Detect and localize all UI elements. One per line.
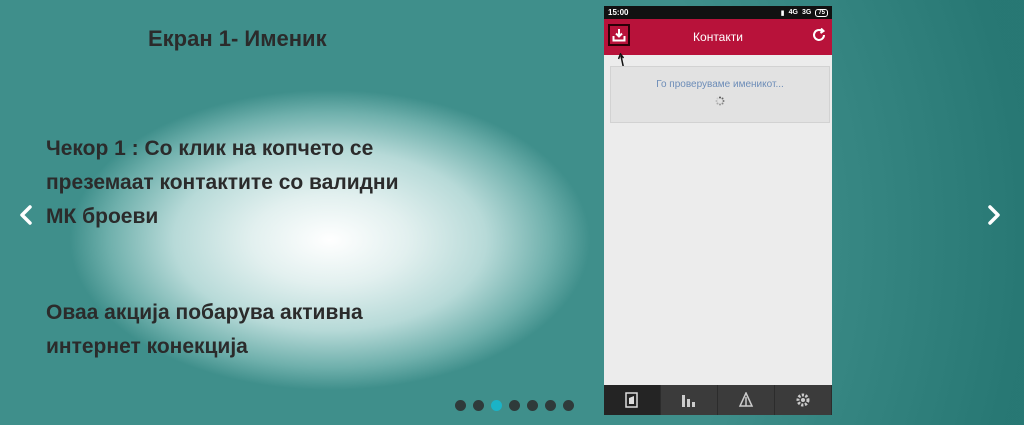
pagination-dot-4[interactable] <box>509 400 520 411</box>
step-line-3: МК броеви <box>46 205 159 228</box>
next-slide-button[interactable] <box>982 200 1006 230</box>
phone-screenshot: 15:00 ▮ 4G 3G 75 Контакти Го проверуваме… <box>604 6 832 415</box>
battery-level: 75 <box>815 8 828 17</box>
pagination-dot-3-active[interactable] <box>491 400 502 411</box>
slide-pagination <box>455 400 574 411</box>
note-description: Оваа акција побарува активна интернет ко… <box>46 296 426 364</box>
chevron-left-icon <box>20 205 32 225</box>
status-network-2: 3G <box>801 9 812 16</box>
prev-slide-button[interactable] <box>14 200 38 230</box>
tab-contacts[interactable] <box>604 385 661 415</box>
pagination-dot-2[interactable] <box>473 400 484 411</box>
loading-text: Го проверуваме именикот... <box>656 79 784 90</box>
pagination-dot-5[interactable] <box>527 400 538 411</box>
settings-icon <box>796 393 810 407</box>
signal-icon: ▮ <box>780 9 785 17</box>
stats-icon <box>682 395 695 407</box>
status-indicators: ▮ 4G 3G 75 <box>780 8 828 17</box>
step-line-2: преземаат контактите со валидни <box>46 171 399 194</box>
slide-title: Екран 1- Именик <box>148 26 327 51</box>
pagination-dot-6[interactable] <box>545 400 556 411</box>
download-contacts-icon <box>612 29 626 42</box>
tab-stats[interactable] <box>661 385 718 415</box>
tab-settings[interactable] <box>775 385 832 415</box>
note-line-2: интернет конекција <box>46 335 248 358</box>
note-line-1: Оваа акција побарува активна <box>46 301 363 324</box>
refresh-button[interactable] <box>812 27 826 45</box>
step-description: Чекор 1 : Со клик на копчето се преземаа… <box>46 132 446 234</box>
bottom-tab-bar <box>604 385 832 415</box>
refresh-icon <box>813 27 826 41</box>
app-bar-title: Контакти <box>693 30 743 44</box>
chevron-right-icon <box>988 205 1000 225</box>
status-time: 15:00 <box>608 8 629 17</box>
pagination-dot-7[interactable] <box>563 400 574 411</box>
pagination-dot-1[interactable] <box>455 400 466 411</box>
status-network: 4G <box>788 9 798 16</box>
download-contacts-button[interactable] <box>608 24 630 46</box>
app-bar: Контакти <box>604 19 832 55</box>
phone-status-bar: 15:00 ▮ 4G 3G 75 <box>604 6 832 19</box>
loading-card: Го проверуваме именикот... <box>610 66 830 123</box>
notification-icon <box>738 392 754 407</box>
loading-spinner-icon <box>715 96 725 106</box>
step-line-1: Чекор 1 : Со клик на копчето се <box>46 137 374 160</box>
contacts-icon <box>625 392 638 408</box>
tab-notifications[interactable] <box>718 385 775 415</box>
